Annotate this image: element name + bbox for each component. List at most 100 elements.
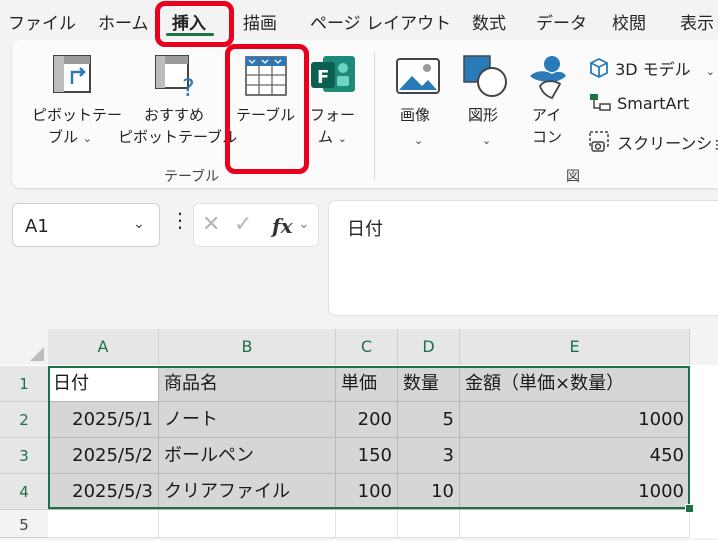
tab-view[interactable]: 表示 [680,9,714,34]
tab-home[interactable]: ホーム [98,9,149,34]
forms-label-2: ム ⌄ [318,128,348,146]
cell-c5[interactable] [336,510,398,538]
cell-d4[interactable]: 10 [398,474,460,510]
chevron-down-icon[interactable]: ⌄ [133,216,145,232]
cell-b3[interactable]: ボールペン [159,438,336,474]
name-box-value: A1 [25,216,49,237]
3d-models-label: 3D モデル [615,60,691,79]
cell-a5[interactable] [48,510,159,538]
column-header-a[interactable]: A [48,329,159,365]
pivottable-button[interactable]: ピボットテー ブル ⌄ [22,50,126,150]
group-label-tables: テーブル [164,169,220,185]
column-header-b[interactable]: B [159,329,336,365]
row-header-4[interactable]: 4 [0,474,48,510]
tab-data[interactable]: データ [536,9,587,34]
smartart-button[interactable]: SmartArt [588,92,689,113]
cell-e5[interactable] [460,510,690,538]
shapes-icon [463,55,507,97]
cell-a3[interactable]: 2025/5/2 [48,438,159,474]
cell-d1[interactable]: 数量 [398,366,460,402]
cell-b1[interactable]: 商品名 [159,366,336,402]
recommended-pivottable-icon: ? [155,55,195,98]
pictures-button[interactable]: 画像 ⌄ [390,50,446,150]
cell-a1[interactable]: 日付 [48,366,159,402]
chevron-down-icon: ⌄ [705,65,715,78]
chevron-down-icon: ⌄ [337,132,348,145]
cell-e3[interactable]: 450 [460,438,690,474]
cell-b5[interactable] [159,510,336,538]
tab-file[interactable]: ファイル [8,9,76,34]
shapes-label: 図形 [468,106,499,124]
3d-models-button[interactable]: 3D モデル ⌄ [588,56,715,80]
group-label-illustrations: 図 [566,169,580,185]
row-header-2[interactable]: 2 [0,402,48,438]
table-button[interactable]: テーブル [232,50,302,150]
formula-content: 日付 [347,219,383,240]
formula-input[interactable]: 日付 [328,200,718,316]
formula-controls: ✕ ✓ fx ⌄ [193,203,319,247]
svg-text:?: ? [182,74,195,98]
screenshot-button[interactable]: スクリーンショ [588,130,718,154]
column-header-e[interactable]: E [460,329,690,365]
fill-handle[interactable] [685,504,694,513]
cell-a4[interactable]: 2025/5/3 [48,474,159,510]
row-header-3[interactable]: 3 [0,438,48,474]
column-header-d[interactable]: D [398,329,460,365]
tab-formulas[interactable]: 数式 [472,9,506,34]
cell-c2[interactable]: 200 [336,402,398,438]
tab-insert[interactable]: 挿入 [172,9,206,34]
cell-d2[interactable]: 5 [398,402,460,438]
table-label: テーブル [236,106,296,124]
pivottable-icon [53,55,91,93]
cube-icon [590,57,608,79]
cancel-icon[interactable]: ✕ [202,212,220,237]
cell-d5[interactable] [398,510,460,538]
tab-page-layout[interactable]: ページ レイアウト [310,9,451,34]
ribbon-tabbar: ファイル ホーム 挿入 描画 ページ レイアウト 数式 データ 校閲 表示 [0,0,718,40]
cell-e1[interactable]: 金額（単価×数量） [460,366,690,402]
icons-button[interactable]: アイ コン [522,50,574,150]
column-header-c[interactable]: C [336,329,398,365]
chevron-down-icon[interactable]: ⌄ [298,216,310,232]
pivottable-label-1: ピボットテー [32,106,123,124]
cell-c3[interactable]: 150 [336,438,398,474]
smartart-icon [590,94,611,111]
tab-draw[interactable]: 描画 [243,9,277,34]
screenshot-icon [589,131,609,152]
cell-c4[interactable]: 100 [336,474,398,510]
forms-button[interactable]: F フォー ム ⌄ [304,50,366,150]
cell-e2[interactable]: 1000 [460,402,690,438]
shapes-button[interactable]: 図形 ⌄ [458,50,514,150]
column-header-filler [690,329,718,365]
icons-label-2: コン [532,128,563,146]
chevron-down-icon: ⌄ [482,134,492,147]
picture-icon [396,58,440,94]
more-options-icon[interactable]: ⋮ [170,208,190,232]
recommended-pivottables-button[interactable]: ? おすすめ ピボットテーブル [118,50,237,150]
cell-c1[interactable]: 単価 [336,366,398,402]
tab-review[interactable]: 校閲 [612,9,646,34]
screenshot-label: スクリーンショ [617,134,718,153]
recommended-pivot-label-2: ピボットテーブル [118,128,238,146]
insert-function-icon[interactable]: fx [272,214,293,238]
svg-text:F: F [317,67,329,88]
icons-label-1: アイ [532,106,562,124]
name-box[interactable]: A1 ⌄ [12,203,160,247]
pictures-label: 画像 [400,106,431,124]
cell-b2[interactable]: ノート [159,402,336,438]
forms-label-1: フォー [310,106,356,124]
row-header-5[interactable]: 5 [0,510,48,538]
select-all-triangle-icon [30,347,44,361]
table-icon [245,56,287,96]
row-header-1[interactable]: 1 [0,366,48,402]
cell-b4[interactable]: クリアファイル [159,474,336,510]
cell-e4[interactable]: 1000 [460,474,690,510]
cell-a2[interactable]: 2025/5/1 [48,402,159,438]
ribbon-group-divider [374,52,375,180]
pivottable-label-2: ブル ⌄ [48,128,93,146]
enter-check-icon[interactable]: ✓ [234,212,252,237]
worksheet-grid: A B C D E 1 2 3 4 5 日付 商品名 単価 数量 金額（単価×数… [0,329,718,538]
cell-d3[interactable]: 3 [398,438,460,474]
forms-icon: F [311,56,355,92]
select-all-corner[interactable] [0,329,48,365]
